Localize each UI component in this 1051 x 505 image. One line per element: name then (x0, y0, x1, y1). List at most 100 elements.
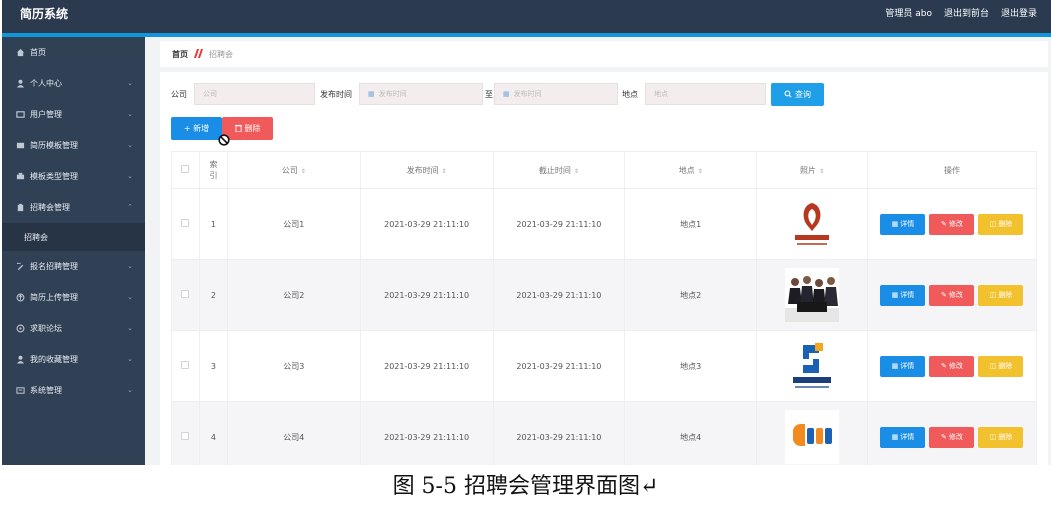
index-cell: 1 (198, 188, 228, 260)
row-checkbox[interactable] (181, 219, 190, 227)
app-screen: 简历系统 管理员 abo 退出到前台 退出登录 首页 个人中心 ⌄ 用户管理 ⌄… (2, 0, 1051, 465)
breadcrumb-home[interactable]: 首页 (172, 49, 188, 60)
job-fair-panel: 公司 公司 发布时间 ▦ 发布时间 至 ▦ 发布时间 地点 地点 查询 + 新增… (160, 72, 1048, 465)
sort-icon[interactable]: ⇕ (574, 168, 579, 175)
breadcrumb-separator-icon (193, 48, 204, 60)
sort-icon[interactable]: ⇕ (442, 168, 447, 175)
deadline-cell: 2021-03-29 21:11:10 (492, 401, 626, 465)
row-select-cell (171, 259, 200, 331)
detail-label: 详情 (900, 362, 915, 370)
top-bar: 简历系统 管理员 abo 退出到前台 退出登录 (2, 0, 1051, 33)
delete-button[interactable]: ◫ 删除 (978, 284, 1024, 306)
edit-icon: ✎ (941, 220, 947, 228)
edit-label: 修改 (948, 433, 963, 441)
breadcrumb: 首页 招聘会 (160, 41, 1048, 67)
detail-button[interactable]: ▦ 详情 (880, 284, 926, 306)
add-button[interactable]: + 新增 (171, 117, 222, 140)
sidebar-item-label: 模板类型管理 (30, 172, 78, 181)
select-all-checkbox[interactable] (181, 165, 190, 173)
edit-button[interactable]: ✎ 修改 (929, 426, 975, 448)
search-form: 公司 公司 发布时间 ▦ 发布时间 至 ▦ 发布时间 地点 地点 查询 (160, 82, 1048, 106)
figure-caption: 图 5-5 招聘会管理界面图↵ (392, 474, 659, 499)
user-icon (16, 79, 25, 88)
column-header-publish[interactable]: 发布时间 ⇕ (359, 151, 494, 189)
row-checkbox[interactable] (181, 432, 190, 440)
chevron-down-icon: ⌄ (127, 324, 133, 332)
column-header-company[interactable]: 公司 ⇕ (226, 151, 361, 189)
sidebar-item-user-management[interactable]: 用户管理 ⌄ (2, 99, 145, 130)
publish-end-input[interactable]: ▦ 发布时间 (494, 83, 618, 105)
detail-button[interactable]: ▦ 详情 (880, 426, 926, 448)
breadcrumb-current: 招聘会 (209, 49, 233, 59)
chevron-down-icon: ⌄ (127, 355, 133, 363)
column-header-label: 公司 (281, 165, 298, 175)
sidebar-item-label: 我的收藏管理 (30, 355, 78, 364)
company-cell: 公司2 (226, 259, 361, 331)
sidebar-item-forum[interactable]: 求职论坛 ⌄ (2, 313, 145, 344)
publish-start-input[interactable]: ▦ 发布时间 (359, 83, 483, 105)
sort-icon[interactable]: ⇕ (819, 168, 824, 175)
sidebar-item-label: 招聘会 (24, 232, 48, 242)
logout-link[interactable]: 退出登录 (1001, 6, 1037, 19)
photo-cell (756, 259, 868, 331)
edit-button[interactable]: ✎ 修改 (929, 355, 975, 377)
sidebar-item-resume-template[interactable]: 简历模板管理 ⌄ (2, 130, 145, 161)
delete-label: 删除 (998, 291, 1013, 299)
delete-button[interactable]: ◫ 删除 (978, 426, 1024, 448)
location-cell: 地点4 (624, 401, 758, 465)
template-icon (16, 141, 25, 150)
sidebar-item-signup-management[interactable]: 报名招聘管理 ⌄ (2, 251, 145, 282)
admin-label: 管理员 abo (885, 9, 932, 19)
detail-button[interactable]: ▦ 详情 (880, 213, 926, 235)
company-input[interactable]: 公司 (194, 83, 315, 105)
actions-cell: ▦ 详情 ✎ 修改 ◫ 删除 (866, 330, 1038, 402)
sidebar-item-personal-center[interactable]: 个人中心 ⌄ (2, 68, 145, 99)
sidebar-item-home[interactable]: 首页 (2, 37, 145, 68)
chevron-down-icon: ⌄ (127, 262, 133, 270)
index-cell: 3 (198, 330, 228, 402)
column-header-label: 操作 (943, 165, 960, 175)
row-checkbox[interactable] (181, 361, 190, 369)
sidebar-item-system-management[interactable]: 系统管理 ⌄ (2, 375, 145, 406)
sort-icon[interactable]: ⇕ (301, 168, 306, 175)
calendar-icon: ▦ (503, 90, 510, 98)
column-header-deadline[interactable]: 截止时间 ⇕ (492, 151, 626, 189)
sidebar-item-label: 首页 (30, 48, 46, 57)
publish-start-placeholder: 发布时间 (378, 90, 407, 98)
column-header-photo[interactable]: 照片 ⇕ (756, 151, 868, 189)
photo-cell (756, 330, 868, 402)
company-photo-people[interactable] (785, 268, 840, 322)
detail-button[interactable]: ▦ 详情 (880, 355, 926, 377)
row-checkbox[interactable] (181, 290, 190, 298)
location-input[interactable]: 地点 (645, 83, 766, 105)
detail-icon: ▦ (891, 291, 899, 299)
publish-cell: 2021-03-29 21:11:10 (359, 188, 494, 260)
company-placeholder: 公司 (203, 90, 217, 98)
back-to-front-link[interactable]: 退出到前台 (944, 6, 989, 19)
edit-button[interactable]: ✎ 修改 (929, 213, 975, 235)
sidebar-item-favorites[interactable]: 我的收藏管理 ⌄ (2, 344, 145, 375)
users-icon (16, 110, 25, 119)
row-select-cell (171, 401, 200, 465)
company-logo-alipay[interactable] (785, 410, 840, 464)
company-logo-network[interactable] (785, 339, 840, 393)
sidebar-item-template-type[interactable]: 模板类型管理 ⌄ (2, 161, 145, 192)
delete-button[interactable]: ◫ 删除 (978, 355, 1024, 377)
column-header-location[interactable]: 地点 ⇕ (624, 151, 758, 189)
detail-icon: ▦ (891, 220, 899, 228)
actions-cell: ▦ 详情 ✎ 修改 ◫ 删除 (866, 259, 1038, 331)
sidebar-item-resume-upload[interactable]: 简历上传管理 ⌄ (2, 282, 145, 313)
index-cell: 4 (198, 401, 228, 465)
app-title: 简历系统 (20, 7, 69, 21)
sidebar-item-job-fair-management[interactable]: 招聘会管理 ⌃ (2, 192, 145, 223)
edit-button[interactable]: ✎ 修改 (929, 284, 975, 306)
edit-label: 修改 (948, 220, 963, 228)
company-logo-decor[interactable] (785, 197, 840, 251)
query-button[interactable]: 查询 (771, 83, 824, 106)
location-cell: 地点1 (624, 188, 758, 260)
sort-icon[interactable]: ⇕ (698, 168, 703, 175)
delete-button[interactable]: ◫ 删除 (978, 213, 1024, 235)
query-button-label: 查询 (795, 90, 811, 99)
sidebar-item-label: 报名招聘管理 (30, 262, 78, 271)
sidebar-subitem-job-fair[interactable]: 招聘会 (2, 223, 145, 251)
